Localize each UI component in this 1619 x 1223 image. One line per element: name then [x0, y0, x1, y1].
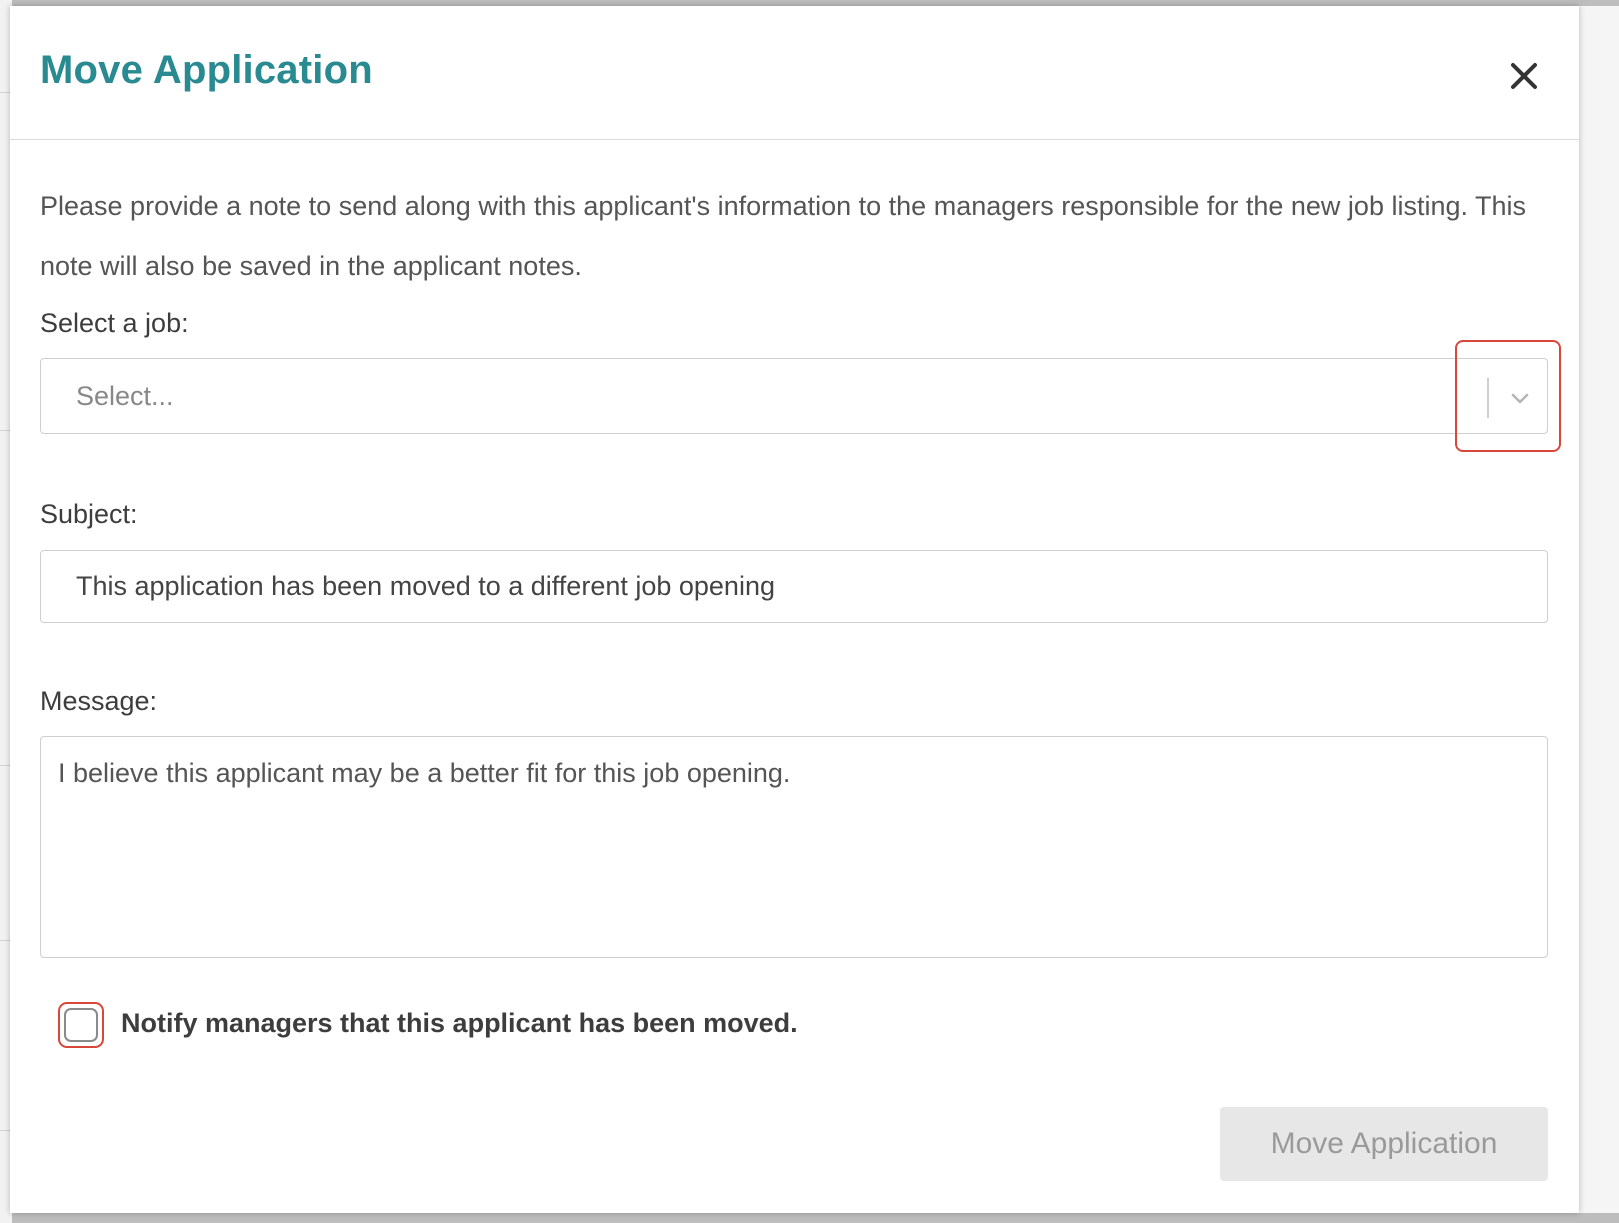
subject-input[interactable]: This application has been moved to a dif…: [40, 550, 1548, 623]
close-button[interactable]: [1506, 58, 1542, 94]
move-application-button[interactable]: Move Application: [1220, 1107, 1548, 1181]
dialog-title: Move Application: [40, 48, 373, 92]
notify-managers-label[interactable]: Notify managers that this applicant has …: [121, 1008, 798, 1039]
job-select-placeholder: Select...: [76, 381, 174, 411]
message-textarea[interactable]: I believe this applicant may be a better…: [40, 736, 1548, 958]
subject-label: Subject:: [40, 499, 138, 529]
close-icon: [1511, 63, 1537, 89]
dialog-header: Move Application: [10, 6, 1579, 140]
dialog-instructions: Please provide a note to send along with…: [40, 191, 1527, 281]
notify-managers-checkbox[interactable]: [64, 1008, 98, 1042]
job-select-label: Select a job:: [40, 308, 189, 338]
select-toggle-highlight: [1455, 340, 1561, 452]
message-label: Message:: [40, 686, 158, 716]
modal-scroll-gutter: [1578, 6, 1619, 1213]
job-select[interactable]: Select...: [40, 358, 1548, 434]
move-application-dialog: Move Application Please provide a note t…: [10, 6, 1579, 1213]
